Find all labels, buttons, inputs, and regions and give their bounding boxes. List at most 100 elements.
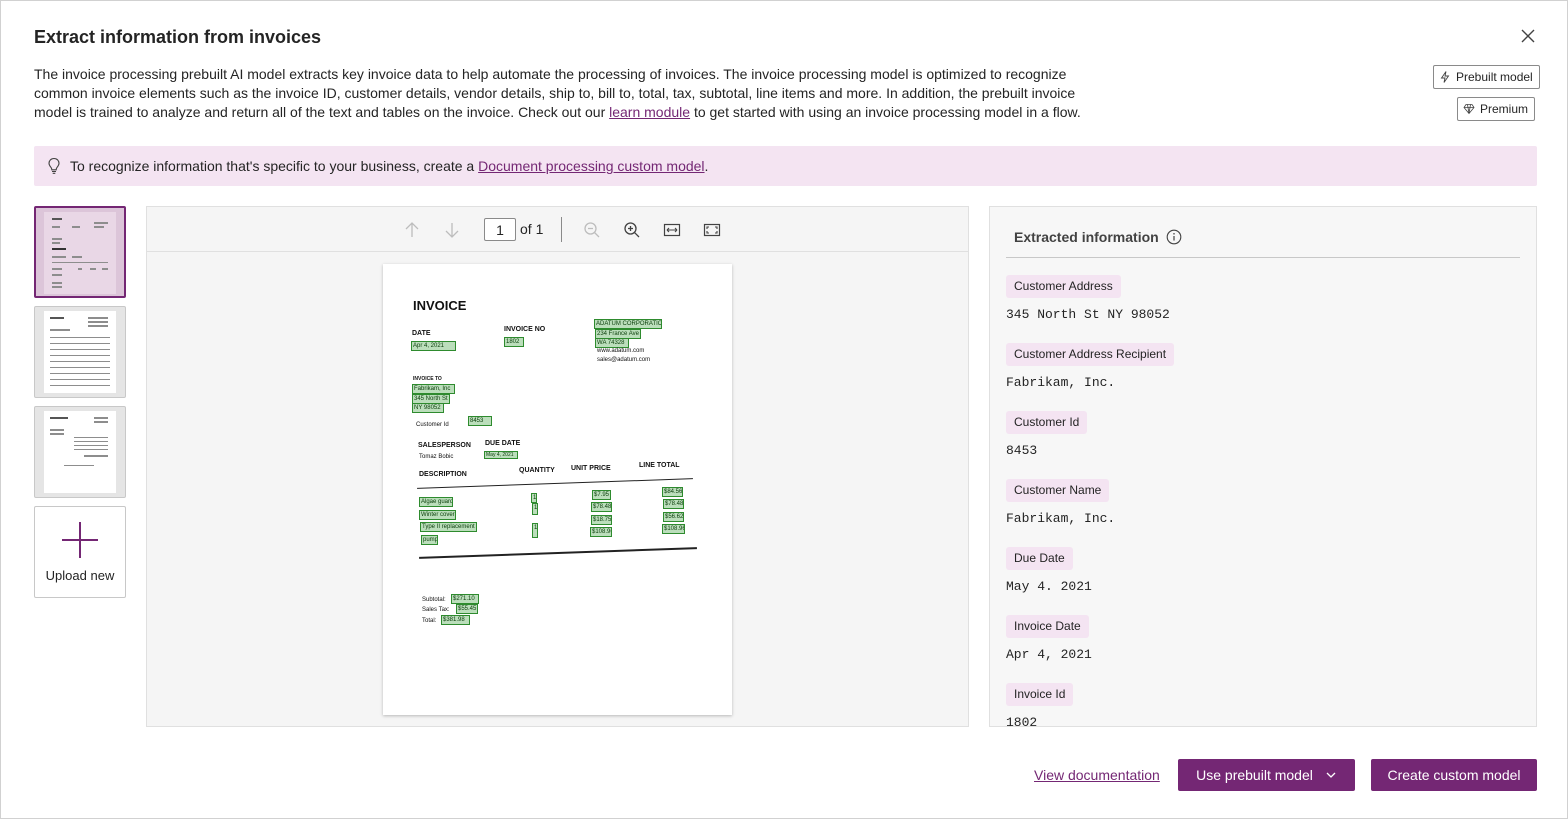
banner-text: To recognize information that's specific… — [70, 158, 475, 174]
field-customer-id[interactable]: Customer Id 8453 — [1006, 411, 1516, 479]
due-date-label: DUE DATE — [485, 440, 521, 447]
vendor-name-highlight[interactable]: ADATUM CORPORATION — [594, 319, 662, 329]
date-highlight[interactable]: Apr 4, 2021 — [411, 341, 456, 351]
field-value: 345 North St NY 98052 — [1006, 307, 1170, 322]
item-3-desc-highlight[interactable]: Type II replacement — [420, 522, 477, 532]
field-value: Fabrikam, Inc. — [1006, 511, 1116, 526]
next-page-button[interactable] — [441, 219, 463, 241]
customer-name-highlight[interactable]: Fabrikam, Inc — [412, 384, 455, 394]
salesperson-value: Tomaz Bobic — [419, 454, 454, 460]
document-thumbnails: Upload new — [34, 206, 126, 598]
field-customer-name[interactable]: Customer Name Fabrikam, Inc. — [1006, 479, 1516, 547]
item-3-price-highlight[interactable]: $18.75 — [591, 515, 612, 525]
view-documentation-link[interactable]: View documentation — [1034, 767, 1160, 783]
item-2-desc-highlight[interactable]: Winter cover — [419, 510, 456, 520]
field-customer-address[interactable]: Customer Address 345 North St NY 98052 — [1006, 275, 1516, 343]
field-customer-address-recipient[interactable]: Customer Address Recipient Fabrikam, Inc… — [1006, 343, 1516, 411]
invoice-no-label: INVOICE NO — [504, 326, 546, 333]
chevron-down-icon — [1326, 772, 1336, 778]
create-custom-model-button[interactable]: Create custom model — [1371, 759, 1537, 791]
banner-text-end: . — [704, 158, 709, 174]
thumbnail-1[interactable] — [34, 206, 126, 298]
sales-tax-highlight[interactable]: $55.45 — [456, 604, 478, 614]
document-processing-link[interactable]: Document processing custom model — [478, 158, 704, 174]
item-2-price-highlight[interactable]: $78.48 — [591, 502, 612, 512]
subtotal-label: Subtotal: — [422, 597, 446, 603]
use-prebuilt-model-label: Use prebuilt model — [1196, 767, 1313, 783]
item-1-qty-highlight[interactable]: 1 — [531, 493, 537, 503]
field-invoice-id[interactable]: Invoice Id 1802 — [1006, 683, 1516, 726]
salesperson-label: SALESPERSON — [418, 442, 471, 449]
use-prebuilt-model-button[interactable]: Use prebuilt model — [1178, 759, 1355, 791]
item-4-desc-highlight[interactable]: pump — [421, 535, 438, 545]
col-quantity: QUANTITY — [519, 467, 555, 474]
customer-id-highlight[interactable]: 8453 — [468, 416, 492, 426]
field-label: Customer Name — [1006, 479, 1110, 502]
field-label: Customer Id — [1006, 411, 1088, 434]
item-4-total-highlight[interactable]: $108.96 — [662, 524, 685, 534]
zoom-in-button[interactable] — [621, 219, 643, 241]
item-4-qty-highlight[interactable]: 1 — [532, 523, 538, 538]
arrow-up-icon — [405, 222, 419, 237]
prebuilt-model-badge: Prebuilt model — [1433, 65, 1540, 89]
thumbnail-2[interactable] — [34, 306, 126, 398]
prebuilt-model-label: Prebuilt model — [1456, 70, 1533, 84]
item-1-price-highlight[interactable]: $7.95 — [592, 490, 611, 500]
field-label: Customer Address Recipient — [1006, 343, 1175, 366]
info-icon[interactable] — [1166, 229, 1182, 245]
item-2-qty-highlight[interactable]: 1 — [532, 503, 538, 515]
invoice-no-highlight[interactable]: 1802 — [504, 337, 524, 347]
custom-model-banner: To recognize information that's specific… — [34, 146, 1537, 186]
page-total-label: of 1 — [520, 221, 544, 237]
date-label: DATE — [412, 330, 431, 337]
dialog-description: The invoice processing prebuilt AI model… — [34, 65, 1104, 122]
vendor-email: sales@adatum.com — [597, 357, 651, 363]
field-label: Due Date — [1006, 547, 1073, 570]
fit-page-button[interactable] — [701, 219, 723, 241]
vendor-city-highlight[interactable]: WA 74328 — [595, 338, 629, 348]
upload-new-button[interactable]: Upload new — [34, 506, 126, 598]
page-number-input[interactable] — [484, 218, 516, 241]
invoice-heading: INVOICE — [413, 298, 467, 313]
table-footer-rule — [419, 547, 697, 559]
item-3-total-highlight[interactable]: $56.62 — [663, 512, 684, 522]
thumbnail-3[interactable] — [34, 406, 126, 498]
zoom-out-button[interactable] — [581, 219, 603, 241]
toolbar-divider — [561, 217, 562, 242]
item-1-desc-highlight[interactable]: Algae guard — [419, 497, 453, 507]
extract-invoices-dialog: Extract information from invoices The in… — [0, 0, 1568, 819]
field-value: Apr 4, 2021 — [1006, 647, 1092, 662]
invoice-document-page: INVOICE DATE Apr 4, 2021 INVOICE NO 1802… — [383, 264, 732, 715]
panel-divider — [1006, 257, 1520, 258]
item-2-total-highlight[interactable]: $78.48 — [663, 499, 684, 509]
field-value: May 4. 2021 — [1006, 579, 1092, 594]
invoice-to-label: INVOICE TO — [413, 376, 442, 382]
field-value: 8453 — [1006, 443, 1038, 458]
customer-id-label: Customer Id — [416, 422, 449, 428]
description-text-end: to get started with using an invoice pro… — [690, 104, 1081, 120]
customer-city-highlight[interactable]: NY 98052 — [412, 403, 444, 413]
thumbnail-page — [44, 411, 116, 493]
premium-badge: Premium — [1457, 97, 1536, 121]
field-value: Fabrikam, Inc. — [1006, 375, 1116, 390]
upload-new-label: Upload new — [45, 567, 115, 583]
field-due-date[interactable]: Due Date May 4. 2021 — [1006, 547, 1516, 615]
item-1-total-highlight[interactable]: $84.56 — [662, 487, 683, 497]
total-label: Total: — [422, 618, 437, 624]
previous-page-button[interactable] — [401, 219, 423, 241]
subtotal-highlight[interactable]: $271.10 — [451, 594, 479, 604]
diamond-icon — [1463, 104, 1475, 115]
due-date-highlight[interactable]: May 4, 2021 — [484, 451, 518, 459]
col-unit-price: UNIT PRICE — [571, 465, 611, 472]
field-invoice-date[interactable]: Invoice Date Apr 4, 2021 — [1006, 615, 1516, 683]
premium-label: Premium — [1480, 102, 1529, 116]
thumbnail-page — [44, 212, 116, 294]
arrow-down-icon — [445, 223, 459, 238]
fit-width-button[interactable] — [661, 219, 683, 241]
close-icon[interactable] — [1517, 25, 1539, 47]
vendor-web: www.adatum.com — [597, 348, 645, 354]
total-highlight[interactable]: $381.98 — [441, 615, 470, 625]
learn-module-link[interactable]: learn module — [609, 104, 690, 120]
extracted-information-title: Extracted information — [1014, 229, 1159, 245]
item-4-price-highlight[interactable]: $108.96 — [590, 527, 612, 537]
